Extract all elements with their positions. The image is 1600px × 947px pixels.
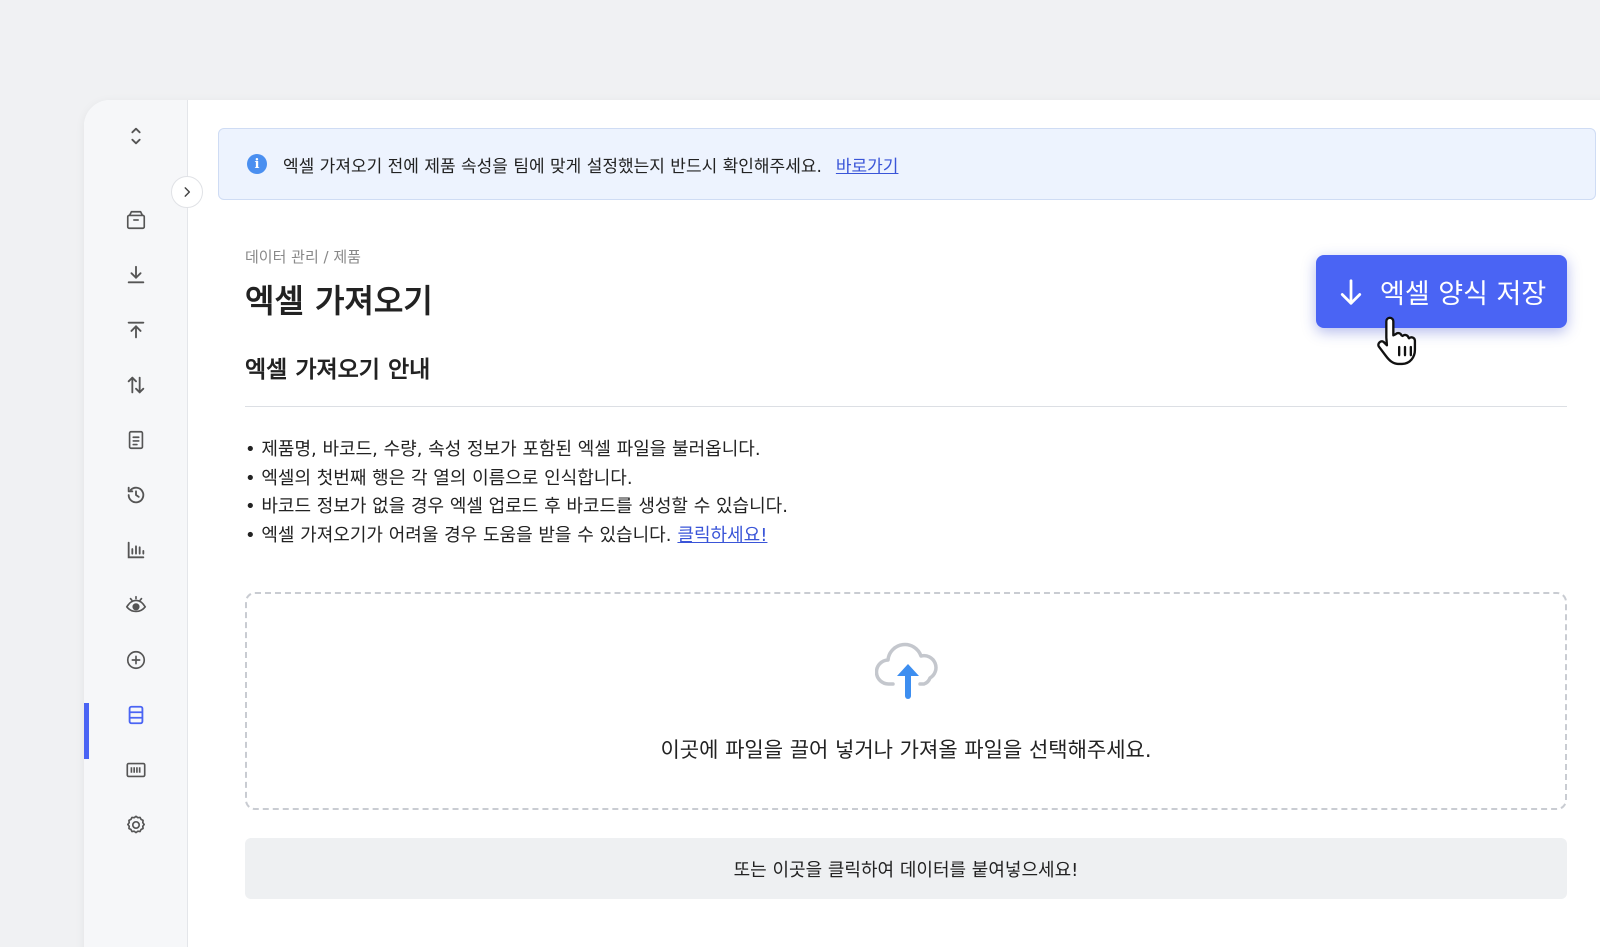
document-icon[interactable] <box>124 428 148 452</box>
notice-text: 엑셀 가져오기 전에 제품 속성을 팀에 맞게 설정했는지 반드시 확인해주세요… <box>283 156 822 177</box>
barcode-icon[interactable] <box>124 758 148 782</box>
transfer-icon[interactable] <box>124 373 148 397</box>
expand-collapse-icon[interactable] <box>124 124 148 148</box>
paste-data-button[interactable]: 또는 이곳을 클릭하여 데이터를 붙여넣으세요! <box>245 838 1567 899</box>
guide-item: 제품명, 바코드, 수량, 속성 정보가 포함된 엑셀 파일을 불러옵니다. <box>245 436 788 465</box>
guide-list: 제품명, 바코드, 수량, 속성 정보가 포함된 엑셀 파일을 불러옵니다. 엑… <box>245 436 788 550</box>
breadcrumb: 데이터 관리 / 제품 <box>245 248 361 266</box>
history-icon[interactable] <box>124 483 148 507</box>
divider <box>245 406 1567 407</box>
dropzone-text: 이곳에 파일을 끌어 넣거나 가져올 파일을 선택해주세요. <box>660 738 1152 762</box>
eye-icon[interactable] <box>124 593 148 617</box>
sidebar <box>84 100 188 947</box>
notice-banner: i 엑셀 가져오기 전에 제품 속성을 팀에 맞게 설정했는지 반드시 확인해주… <box>218 128 1596 200</box>
add-circle-icon[interactable] <box>124 648 148 672</box>
gear-icon[interactable] <box>124 813 148 837</box>
info-icon: i <box>247 154 267 174</box>
save-template-button[interactable]: 엑셀 양식 저장 <box>1316 255 1567 328</box>
page-title: 엑셀 가져오기 <box>245 282 433 320</box>
notice-link[interactable]: 바로가기 <box>836 152 899 177</box>
save-template-label: 엑셀 양식 저장 <box>1380 279 1547 310</box>
paste-data-label: 또는 이곳을 클릭하여 데이터를 붙여넣으세요! <box>733 859 1079 881</box>
sidebar-toggle-button[interactable] <box>171 176 203 208</box>
chevron-right-icon <box>184 187 191 197</box>
download-icon[interactable] <box>124 263 148 287</box>
guide-item: 엑셀 가져오기가 어려울 경우 도움을 받을 수 있습니다.클릭하세요! <box>245 522 788 551</box>
guide-item: 엑셀의 첫번째 행은 각 열의 이름으로 인식합니다. <box>245 465 788 494</box>
arrow-down-icon <box>1340 278 1362 305</box>
active-indicator <box>84 703 89 759</box>
hand-cursor-icon <box>1377 316 1417 366</box>
file-dropzone[interactable]: 이곳에 파일을 끌어 넣거나 가져올 파일을 선택해주세요. <box>245 592 1567 810</box>
guide-item: 바코드 정보가 없을 경우 엑셀 업로드 후 바코드를 생성할 수 있습니다. <box>245 493 788 522</box>
help-link[interactable]: 클릭하세요! <box>677 525 767 546</box>
box-icon[interactable] <box>124 208 148 232</box>
database-icon[interactable] <box>124 703 148 727</box>
upload-icon[interactable] <box>124 318 148 342</box>
guide-title: 엑셀 가져오기 안내 <box>245 357 431 383</box>
chart-icon[interactable] <box>124 538 148 562</box>
cloud-upload-icon <box>875 642 938 699</box>
